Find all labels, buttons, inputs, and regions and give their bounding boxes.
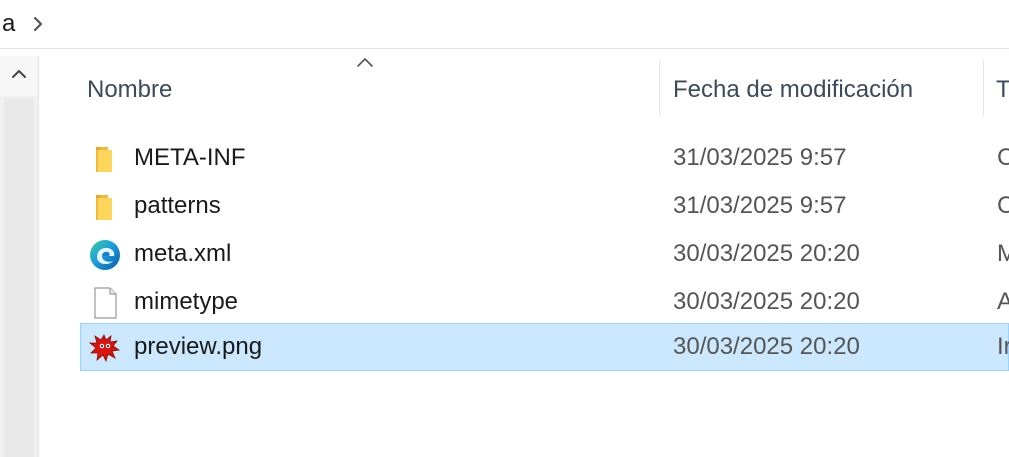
sort-ascending-icon [357, 58, 373, 67]
file-name: META-INF [134, 144, 246, 171]
file-type: C [997, 144, 1009, 171]
column-header: Nombre Fecha de modificación T [60, 56, 1009, 118]
edge-browser-icon [90, 240, 120, 270]
file-date: 30/03/2025 20:20 [673, 240, 860, 267]
paint-splat-icon [88, 334, 121, 363]
scroll-up-button[interactable] [0, 56, 38, 96]
file-date: 30/03/2025 20:20 [673, 333, 860, 360]
column-header-type[interactable]: T [996, 73, 1009, 107]
file-row[interactable]: patterns 31/03/2025 9:57 C [80, 182, 1009, 230]
chevron-right-icon[interactable] [30, 15, 46, 33]
file-row-selected[interactable]: preview.png 30/03/2025 20:20 Ir [80, 323, 1009, 371]
chevron-up-icon [12, 70, 26, 78]
file-type: M [997, 240, 1009, 267]
column-divider[interactable] [659, 60, 660, 116]
address-bar[interactable]: a [0, 0, 1009, 49]
file-date: 30/03/2025 20:20 [673, 288, 860, 315]
file-explorer-window: a Nombre Fecha de modificación T META-IN… [0, 0, 1009, 457]
file-row[interactable]: META-INF 31/03/2025 9:57 C [80, 134, 1009, 182]
folder-icon [96, 195, 112, 220]
scroll-thumb[interactable] [4, 98, 34, 457]
file-type: Ir [997, 333, 1009, 360]
column-header-name[interactable]: Nombre [87, 73, 172, 107]
file-row[interactable]: mimetype 30/03/2025 20:20 A [80, 278, 1009, 326]
column-header-date[interactable]: Fecha de modificación [673, 73, 913, 107]
file-name: preview.png [134, 333, 263, 360]
file-type: A [997, 288, 1009, 315]
breadcrumb-item[interactable]: a [2, 10, 15, 38]
column-divider[interactable] [983, 60, 984, 116]
file-name: meta.xml [134, 240, 232, 267]
folder-icon [96, 147, 112, 172]
file-name: patterns [134, 192, 221, 219]
file-type: C [997, 192, 1009, 219]
vertical-scrollbar[interactable] [0, 56, 39, 457]
blank-file-icon [94, 287, 117, 319]
file-date: 31/03/2025 9:57 [673, 144, 847, 171]
file-row[interactable]: meta.xml 30/03/2025 20:20 M [80, 230, 1009, 278]
file-name: mimetype [134, 288, 239, 315]
file-date: 31/03/2025 9:57 [673, 192, 847, 219]
